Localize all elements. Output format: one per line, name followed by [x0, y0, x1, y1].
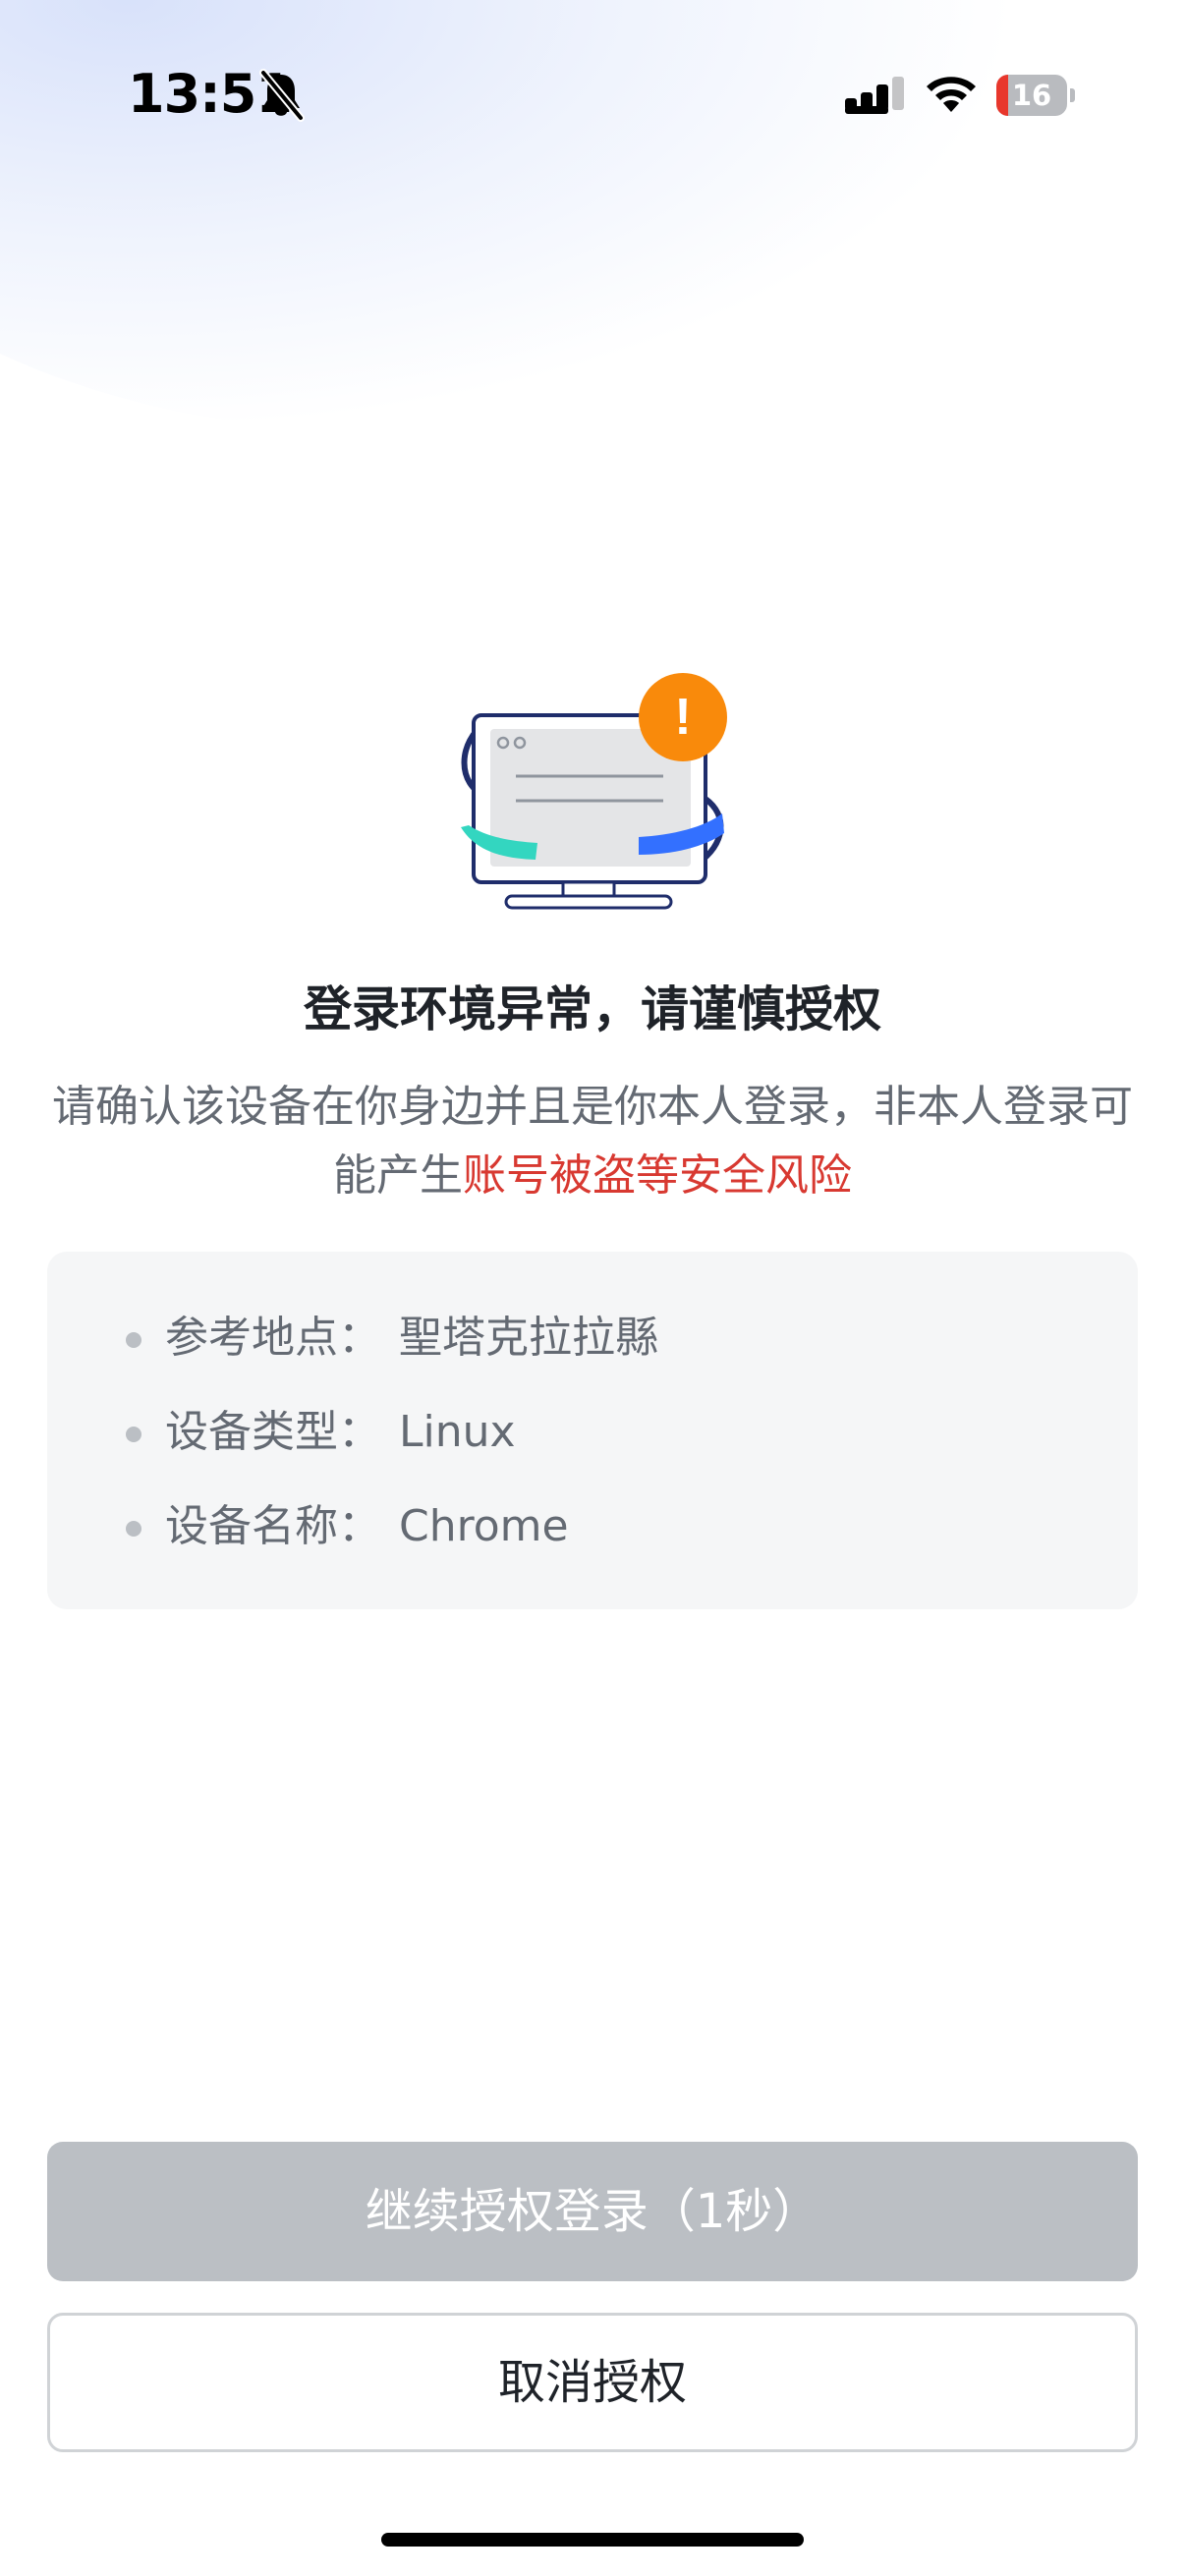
warning-description: 请确认该设备在你身边并且是你本人登录，非本人登录可能产生账号被盗等安全风险 — [51, 1073, 1134, 1210]
alert-symbol: ! — [674, 689, 691, 746]
device-name-value: Chrome — [399, 1501, 569, 1551]
battery-level: 16 — [1011, 79, 1052, 112]
monitor-warning-icon: ! — [461, 673, 727, 910]
battery-cap — [1070, 88, 1075, 102]
page-title: 登录环境异常，请谨慎授权 — [303, 981, 881, 1037]
status-bar: 13:51 16 — [0, 0, 1185, 196]
battery-body: 16 — [996, 75, 1067, 116]
continue-authorize-button[interactable]: 继续授权登录（1秒） — [47, 2142, 1138, 2281]
device-info-card: 参考地点： 聖塔克拉拉縣 设备类型： Linux 设备名称： Chrome — [47, 1252, 1138, 1609]
device-name-label: 设备名称： — [165, 1501, 381, 1551]
home-indicator[interactable] — [381, 2533, 804, 2547]
location-value: 聖塔克拉拉縣 — [399, 1313, 658, 1363]
bullet-icon — [126, 1332, 141, 1348]
device-type-value: Linux — [399, 1407, 516, 1457]
auth-screen: 13:51 16 ! 登录环境异常，请谨慎授权 请确认该设备在你身边并且是你本人… — [0, 0, 1185, 2576]
battery-icon: 16 — [996, 75, 1075, 116]
cancel-authorize-button[interactable]: 取消授权 — [47, 2313, 1138, 2452]
signal-icon — [845, 77, 904, 114]
bullet-icon — [126, 1427, 141, 1442]
bell-off-icon — [259, 69, 305, 122]
bullet-icon — [126, 1521, 141, 1537]
wifi-icon — [927, 77, 976, 112]
risk-text: 账号被盗等安全风险 — [463, 1150, 852, 1201]
location-label: 参考地点： — [165, 1313, 381, 1363]
device-type-label: 设备类型： — [165, 1407, 381, 1457]
